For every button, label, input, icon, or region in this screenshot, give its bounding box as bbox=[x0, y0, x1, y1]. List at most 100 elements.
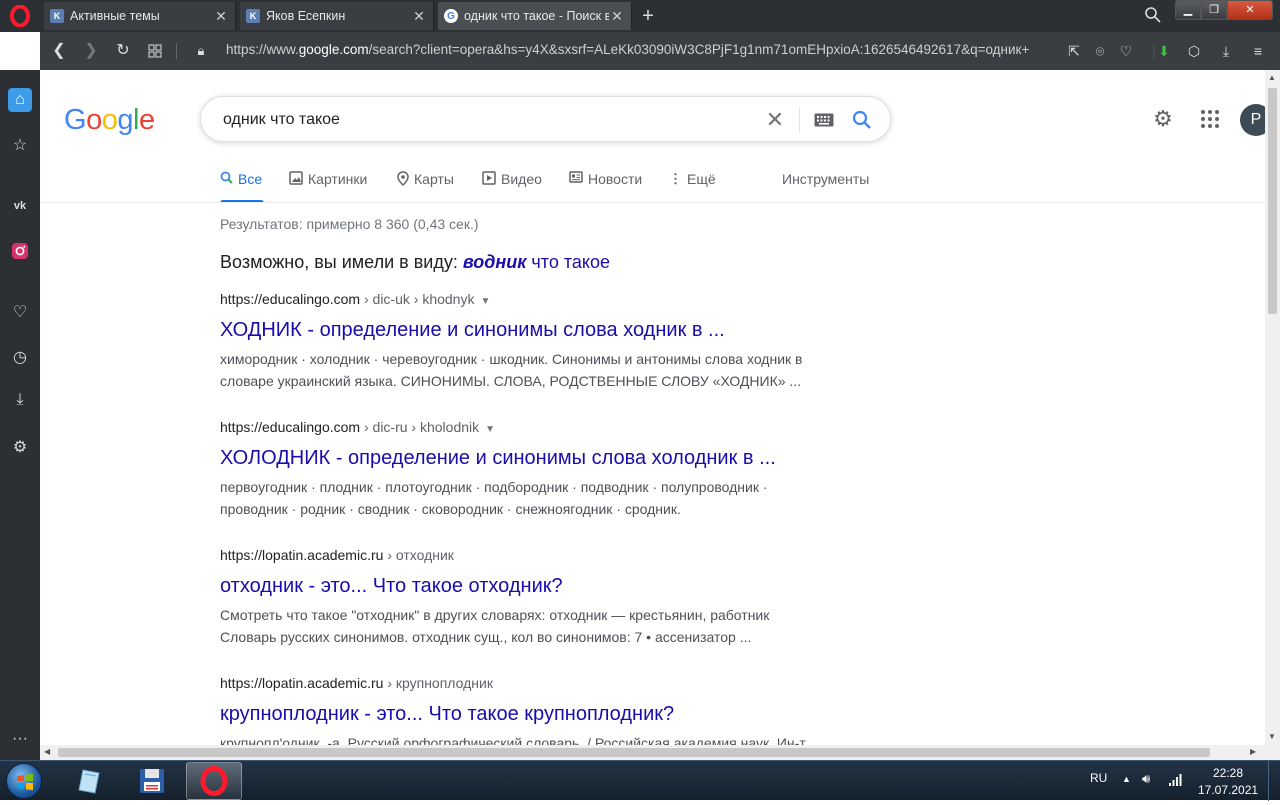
easy-setup-icon[interactable]: ≡ bbox=[1248, 41, 1268, 61]
show-hidden-icons-icon[interactable]: ▲ bbox=[1122, 774, 1131, 784]
logo-letter: g bbox=[117, 104, 133, 136]
notepad-icon bbox=[78, 769, 100, 794]
search-tabs-icon[interactable] bbox=[1144, 6, 1164, 26]
tab-news[interactable]: Новости bbox=[569, 166, 642, 203]
favorites-heart-icon[interactable]: ♡ bbox=[8, 300, 32, 324]
tab-active-topics[interactable]: K Активные темы ✕ bbox=[44, 2, 236, 30]
did-you-mean-link[interactable]: водник что такое bbox=[463, 252, 610, 272]
reload-button[interactable]: ↻ bbox=[112, 40, 134, 62]
minimize-button[interactable]: ▁ bbox=[1175, 0, 1201, 20]
result-snippet: Смотреть что такое "отходник" в других с… bbox=[220, 607, 770, 645]
show-desktop-button[interactable] bbox=[1268, 761, 1280, 801]
snapshot-icon[interactable]: ⌾ bbox=[1090, 41, 1110, 61]
search-result: https://educalingo.com › dic-uk › khodny… bbox=[220, 291, 820, 392]
extensions-cube-icon[interactable]: ⬡ bbox=[1184, 41, 1204, 61]
settings-gear-sidebar-icon[interactable]: ⚙ bbox=[8, 435, 32, 459]
tab-label: Карты bbox=[414, 171, 454, 187]
opera-logo-icon bbox=[10, 5, 30, 27]
tab-label: Активные темы bbox=[70, 9, 160, 23]
vk-sidebar-icon[interactable]: vk bbox=[8, 194, 32, 218]
google-logo[interactable]: Google bbox=[64, 104, 155, 137]
download-extension-icon[interactable]: ⬇ bbox=[1154, 41, 1174, 61]
url-domain: google.com bbox=[298, 42, 369, 57]
search-input[interactable] bbox=[221, 110, 741, 130]
tab-google-search[interactable]: G одник что такое - Поиск в ✕ bbox=[438, 2, 632, 30]
tab-video[interactable]: Видео bbox=[482, 166, 542, 203]
result-menu-arrow-icon[interactable]: ▼ bbox=[480, 296, 490, 307]
sidebar-more-icon[interactable]: ··· bbox=[8, 727, 32, 751]
url-field[interactable]: https://www.google.com/search?client=ope… bbox=[226, 42, 1056, 60]
close-tab-icon[interactable]: ✕ bbox=[213, 8, 229, 25]
google-icon: G bbox=[444, 9, 458, 23]
back-button[interactable]: ❮ bbox=[48, 40, 70, 62]
new-tab-button[interactable]: + bbox=[636, 4, 660, 28]
search-submit-icon[interactable] bbox=[850, 108, 874, 132]
result-title-link[interactable]: отходник - это... Что такое отходник? bbox=[220, 575, 820, 601]
restore-button[interactable]: ❐ bbox=[1201, 0, 1227, 20]
tab-label: одник что такое - Поиск в bbox=[464, 9, 609, 23]
search-result: https://educalingo.com › dic-ru › kholod… bbox=[220, 419, 820, 520]
tab-more[interactable]: ⋮ Ещё bbox=[669, 166, 716, 203]
forward-button[interactable]: ❯ bbox=[80, 40, 102, 62]
logo-letter: e bbox=[138, 104, 155, 136]
close-tab-icon[interactable]: ✕ bbox=[609, 8, 625, 25]
result-url[interactable]: https://educalingo.com › dic-ru › kholod… bbox=[220, 419, 820, 437]
result-crumbs: › отходник bbox=[387, 547, 454, 563]
send-to-flow-icon[interactable]: ⇱ bbox=[1064, 41, 1084, 61]
horizontal-scroll-thumb[interactable] bbox=[58, 748, 1210, 757]
instagram-icon[interactable] bbox=[8, 239, 32, 263]
vertical-scroll-thumb[interactable] bbox=[1268, 88, 1277, 314]
clear-icon[interactable]: ✕ bbox=[763, 107, 787, 132]
result-url[interactable]: https://lopatin.academic.ru › отходник bbox=[220, 547, 820, 565]
scroll-right-arrow-icon[interactable]: ▶ bbox=[1250, 747, 1256, 756]
tab-all[interactable]: Все bbox=[220, 166, 262, 203]
downloads-icon[interactable]: ⤓ bbox=[1216, 41, 1236, 61]
close-window-button[interactable]: ✕ bbox=[1227, 0, 1273, 20]
corrected-rest: что такое bbox=[531, 252, 611, 272]
tab-yakov[interactable]: K Яков Есепкин ✕ bbox=[240, 2, 434, 30]
scroll-down-arrow-icon[interactable]: ▼ bbox=[1268, 732, 1276, 741]
google-results-page: Google ✕ ⚙ Р Все Картинки bbox=[40, 70, 1265, 745]
start-button[interactable] bbox=[6, 763, 42, 799]
scroll-left-arrow-icon[interactable]: ◀ bbox=[44, 747, 50, 756]
lock-icon[interactable]: 🔒︎ bbox=[190, 40, 212, 62]
bookmarks-star-icon[interactable]: ☆ bbox=[8, 133, 32, 157]
taskbar-notes-app[interactable] bbox=[62, 762, 118, 800]
downloads-sidebar-icon[interactable]: ⤓ bbox=[8, 388, 32, 412]
speed-dial-icon[interactable] bbox=[144, 40, 166, 62]
scroll-up-arrow-icon[interactable]: ▲ bbox=[1268, 73, 1276, 82]
settings-gear-icon[interactable]: ⚙ bbox=[1151, 107, 1175, 131]
google-apps-icon[interactable] bbox=[1198, 107, 1222, 131]
language-indicator[interactable]: RU bbox=[1090, 771, 1107, 785]
tab-images[interactable]: Картинки bbox=[289, 166, 367, 203]
clock-time[interactable]: 22:28 bbox=[1213, 766, 1243, 780]
search-icon bbox=[220, 171, 233, 187]
address-bar: ❮ ❯ ↻ 🔒︎ https://www.google.com/search?c… bbox=[40, 32, 1280, 70]
close-tab-icon[interactable]: ✕ bbox=[411, 8, 427, 25]
vertical-scrollbar[interactable]: ▲ ▼ bbox=[1265, 70, 1280, 760]
result-url[interactable]: https://educalingo.com › dic-uk › khodny… bbox=[220, 291, 820, 309]
opera-menu-button[interactable] bbox=[0, 0, 40, 32]
taskbar-opera-app[interactable] bbox=[186, 762, 242, 800]
tab-tools[interactable]: Инструменты bbox=[782, 166, 869, 203]
bookmark-heart-icon[interactable]: ♡ bbox=[1116, 41, 1136, 61]
horizontal-scrollbar[interactable]: ◀ ▶ bbox=[40, 745, 1265, 760]
history-clock-icon[interactable]: ◷ bbox=[8, 345, 32, 369]
logo-letter: o bbox=[86, 104, 102, 136]
keyboard-icon[interactable] bbox=[812, 108, 836, 132]
result-url[interactable]: https://lopatin.academic.ru › крупноплод… bbox=[220, 675, 820, 693]
home-icon[interactable]: ⌂ bbox=[8, 88, 32, 112]
network-signal-icon[interactable] bbox=[1168, 773, 1182, 790]
result-menu-arrow-icon[interactable]: ▼ bbox=[485, 424, 495, 435]
avatar[interactable]: Р bbox=[1240, 104, 1265, 136]
tab-maps[interactable]: Карты bbox=[397, 166, 454, 203]
clock-date[interactable]: 17.07.2021 bbox=[1198, 783, 1258, 797]
volume-icon[interactable]: 🔊︎ bbox=[1142, 771, 1150, 787]
result-title-link[interactable]: крупноплодник - это... Что такое крупноп… bbox=[220, 703, 820, 729]
result-title-link[interactable]: ХОДНИК - определение и синонимы слова хо… bbox=[220, 319, 820, 345]
more-vertical-icon: ⋮ bbox=[669, 171, 682, 186]
image-icon bbox=[289, 171, 303, 188]
result-title-link[interactable]: ХОЛОДНИК - определение и синонимы слова … bbox=[220, 447, 820, 473]
taskbar-save-app[interactable] bbox=[124, 762, 180, 800]
result-crumbs: › dic-uk › khodnyk bbox=[363, 291, 475, 307]
